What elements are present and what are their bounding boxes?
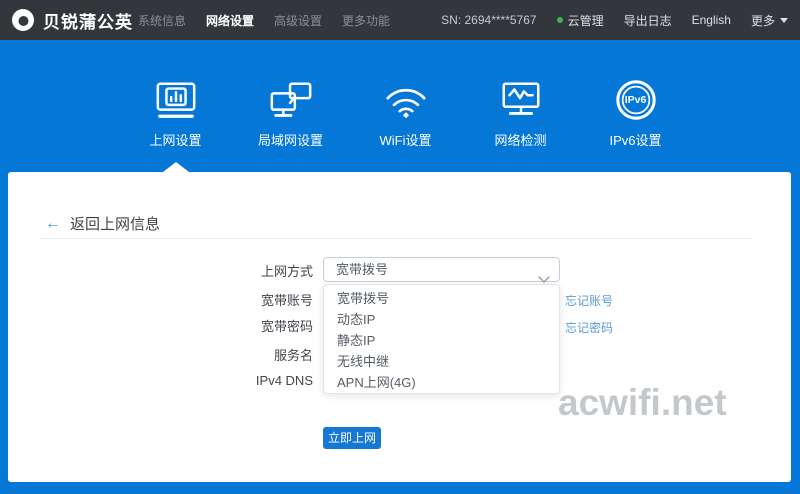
serial-number: SN: 2694****5767 xyxy=(441,13,537,27)
settings-tabs: 上网设置 局域网设置 WiFi设置 网络检测 IPv6 IPv6设置 xyxy=(118,40,693,149)
tab-label: 网络检测 xyxy=(494,133,547,148)
forgot-account-link[interactable]: 忘记账号 xyxy=(565,292,613,309)
more-menu[interactable]: 更多 xyxy=(751,12,788,29)
tab-label: 上网设置 xyxy=(149,133,202,148)
active-tab-notch xyxy=(163,162,189,172)
settings-banner: 上网设置 局域网设置 WiFi设置 网络检测 IPv6 IPv6设置 xyxy=(0,40,800,172)
dual-monitor-icon xyxy=(233,76,348,122)
option-wireless-relay[interactable]: 无线中继 xyxy=(324,351,559,372)
menu-item-system-info[interactable]: 系统信息 xyxy=(138,12,186,29)
cloud-manage-label: 云管理 xyxy=(567,13,604,28)
tab-label: IPv6设置 xyxy=(609,133,662,148)
mode-label: 上网方式 xyxy=(260,264,313,279)
account-label: 宽带账号 xyxy=(260,293,313,308)
option-pppoe[interactable]: 宽带拨号 xyxy=(324,288,559,309)
watermark: acwifi.net xyxy=(558,382,727,423)
service-name-label: 服务名 xyxy=(273,348,313,363)
tab-ipv6-settings[interactable]: IPv6 IPv6设置 xyxy=(578,40,693,149)
connect-now-button[interactable]: 立即上网 xyxy=(323,427,381,449)
wifi-icon xyxy=(348,76,463,122)
ipv6-icon-text: IPv6 xyxy=(624,94,647,106)
divider xyxy=(40,238,751,239)
topbar-right: SN: 2694****5767 云管理 导出日志 English 更多 xyxy=(441,0,788,40)
tab-lan-settings[interactable]: 局域网设置 xyxy=(233,40,348,149)
ipv6-circle-icon: IPv6 xyxy=(578,76,693,122)
online-status-dot-icon xyxy=(556,17,563,23)
export-log-link[interactable]: 导出日志 xyxy=(624,12,672,29)
brand[interactable]: 贝锐蒲公英 xyxy=(10,0,133,40)
caret-down-icon xyxy=(780,17,788,23)
back-arrow-icon: ← xyxy=(45,214,61,232)
back-link[interactable]: ← 返回上网信息 xyxy=(45,213,160,234)
more-label: 更多 xyxy=(750,13,775,28)
connection-mode-dropdown: 宽带拨号 动态IP 静态IP 无线中继 APN上网(4G) xyxy=(323,284,560,394)
tab-label: WiFi设置 xyxy=(379,133,432,148)
menu-item-more-features[interactable]: 更多功能 xyxy=(342,12,390,29)
tab-network-check[interactable]: 网络检测 xyxy=(463,40,578,149)
language-link[interactable]: English xyxy=(692,13,731,27)
main-menu: 系统信息 网络设置 高级设置 更多功能 xyxy=(138,0,390,40)
top-navbar: 贝锐蒲公英 系统信息 网络设置 高级设置 更多功能 SN: 2694****57… xyxy=(0,0,800,40)
password-label: 宽带密码 xyxy=(260,319,313,334)
back-link-label: 返回上网信息 xyxy=(70,216,161,233)
option-apn-4g[interactable]: APN上网(4G) xyxy=(324,372,559,393)
option-dynamic-ip[interactable]: 动态IP xyxy=(324,309,559,330)
brand-name: 贝锐蒲公英 xyxy=(43,12,133,32)
connection-mode-select[interactable]: 宽带拨号 xyxy=(323,257,560,284)
oray-logo-icon xyxy=(10,7,36,33)
tab-internet-settings[interactable]: 上网设置 xyxy=(118,40,233,149)
settings-card: ← 返回上网信息 上网方式 宽带账号 宽带密码 服务名 IPv4 DNS 宽带拨… xyxy=(8,172,791,482)
connection-mode-value: 宽带拨号 xyxy=(336,262,389,277)
cloud-manage-link[interactable]: 云管理 xyxy=(556,12,604,29)
monitor-chart-icon xyxy=(118,76,233,122)
menu-item-network-settings[interactable]: 网络设置 xyxy=(206,12,254,29)
option-static-ip[interactable]: 静态IP xyxy=(324,330,559,351)
tab-label: 局域网设置 xyxy=(257,133,323,148)
ipv4-dns-label: IPv4 DNS xyxy=(255,373,313,388)
forgot-password-link[interactable]: 忘记密码 xyxy=(565,319,613,336)
monitor-pulse-icon xyxy=(463,76,578,122)
tab-wifi-settings[interactable]: WiFi设置 xyxy=(348,40,463,149)
menu-item-advanced-settings[interactable]: 高级设置 xyxy=(274,12,322,29)
